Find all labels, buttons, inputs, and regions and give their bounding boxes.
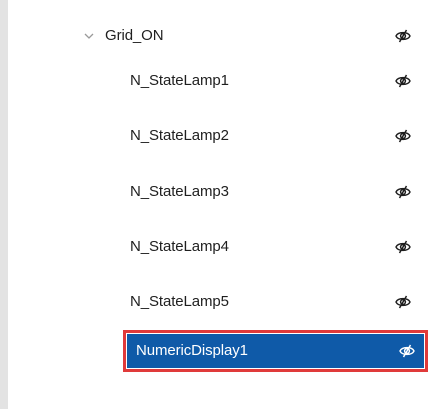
tree-item-n-statelamp1[interactable]: N_StateLamp1 bbox=[8, 63, 430, 99]
eye-icon[interactable] bbox=[394, 72, 412, 90]
tree-item-n-statelamp2[interactable]: N_StateLamp2 bbox=[8, 118, 430, 154]
tree-item-label: N_StateLamp2 bbox=[130, 127, 229, 144]
eye-icon[interactable] bbox=[394, 127, 412, 145]
tree-item-n-statelamp5[interactable]: N_StateLamp5 bbox=[8, 284, 430, 320]
tree-group-label: Grid_ON bbox=[105, 27, 164, 44]
tree-item-label: NumericDisplay1 bbox=[136, 342, 248, 359]
tree-item-n-statelamp3[interactable]: N_StateLamp3 bbox=[8, 174, 430, 210]
chevron-down-icon[interactable] bbox=[83, 29, 95, 41]
tree-item-label: N_StateLamp5 bbox=[130, 293, 229, 310]
eye-icon[interactable] bbox=[398, 342, 416, 360]
tree-item-label: N_StateLamp1 bbox=[130, 72, 229, 89]
tree-item-n-statelamp4[interactable]: N_StateLamp4 bbox=[8, 229, 430, 265]
eye-icon[interactable] bbox=[394, 183, 412, 201]
tree-group-grid-on[interactable]: Grid_ON bbox=[8, 18, 430, 54]
layer-tree: Grid_ON N_StateLamp1 N_StateLamp2 N_Stat… bbox=[8, 0, 430, 409]
tree-item-label: N_StateLamp4 bbox=[130, 238, 229, 255]
eye-icon[interactable] bbox=[394, 238, 412, 256]
tree-item-label: N_StateLamp3 bbox=[130, 183, 229, 200]
tree-item-numericdisplay1-selected[interactable]: NumericDisplay1 bbox=[123, 330, 428, 372]
eye-icon[interactable] bbox=[394, 27, 412, 45]
eye-icon[interactable] bbox=[394, 293, 412, 311]
panel-left-border bbox=[0, 0, 8, 409]
